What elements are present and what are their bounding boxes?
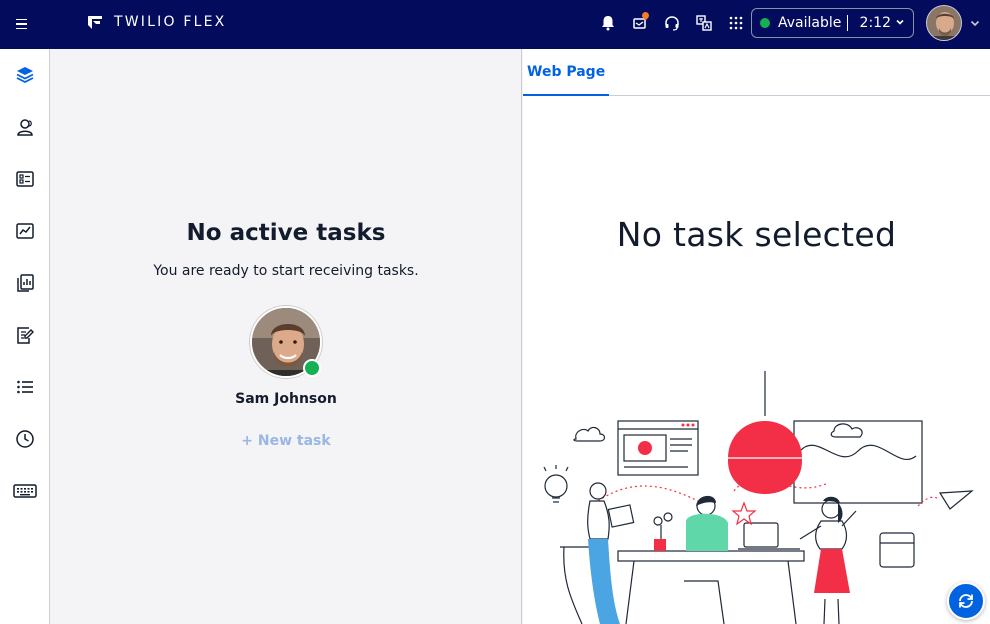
status-timer: 2:12 xyxy=(859,15,891,31)
agent-available-indicator xyxy=(303,359,321,377)
sidebar xyxy=(0,49,50,624)
brand: TWILIO FLEX xyxy=(86,13,226,31)
no-task-selected-title: No task selected xyxy=(616,215,897,254)
top-bar: TWILIO FLEX Available 2:12 xyxy=(0,0,990,49)
user-avatar[interactable] xyxy=(926,5,962,41)
apps-grid-icon[interactable] xyxy=(726,12,746,34)
empty-state-illustration xyxy=(543,371,974,624)
twilio-flex-logo-icon xyxy=(88,16,102,29)
queues-icon xyxy=(16,171,34,187)
no-tasks-subtitle: You are ready to start receiving tasks. xyxy=(153,263,419,279)
refresh-button[interactable] xyxy=(947,582,985,620)
refresh-icon xyxy=(959,594,973,608)
task-canvas-panel: Web Page No task selected xyxy=(523,49,990,624)
header-toolbar xyxy=(598,10,746,34)
user-menu-chevron-icon[interactable] xyxy=(969,17,981,29)
translate-icon[interactable] xyxy=(694,12,714,34)
teams-icon xyxy=(17,119,33,136)
no-tasks-title: No active tasks xyxy=(186,220,386,246)
tab-bar: Web Page xyxy=(523,49,990,96)
sidebar-item-edit[interactable] xyxy=(11,321,39,349)
headset-icon[interactable] xyxy=(662,12,682,34)
sidebar-item-history[interactable] xyxy=(11,425,39,453)
new-task-button[interactable]: + New task xyxy=(50,433,522,449)
insights-icon xyxy=(16,223,34,239)
status-divider xyxy=(847,15,849,31)
sidebar-item-insights[interactable] xyxy=(11,217,39,245)
edit-document-icon xyxy=(17,327,34,344)
brand-name: TWILIO FLEX xyxy=(114,14,227,30)
sidebar-item-list[interactable] xyxy=(11,373,39,401)
menu-icon[interactable] xyxy=(16,15,32,33)
keyboard-icon xyxy=(13,484,37,498)
sidebar-item-reports[interactable] xyxy=(11,269,39,297)
history-clock-icon xyxy=(16,430,34,448)
sidebar-item-keyboard[interactable] xyxy=(11,477,39,505)
status-label: Available xyxy=(778,15,842,31)
task-list-panel: No active tasks You are ready to start r… xyxy=(50,49,522,624)
inbox-icon[interactable] xyxy=(630,10,651,34)
sidebar-item-tasks[interactable] xyxy=(11,61,39,89)
layers-icon xyxy=(16,67,34,84)
agent-name: Sam Johnson xyxy=(235,391,337,407)
activity-status-dropdown[interactable]: Available 2:12 xyxy=(751,8,914,38)
tab-web-page[interactable]: Web Page xyxy=(523,49,610,96)
list-icon xyxy=(17,380,33,394)
notifications-icon[interactable] xyxy=(598,12,618,34)
reports-icon xyxy=(17,274,34,292)
status-indicator xyxy=(760,18,770,28)
sidebar-item-queues[interactable] xyxy=(11,165,39,193)
sidebar-item-teams[interactable] xyxy=(11,113,39,141)
chevron-down-icon xyxy=(895,15,905,31)
